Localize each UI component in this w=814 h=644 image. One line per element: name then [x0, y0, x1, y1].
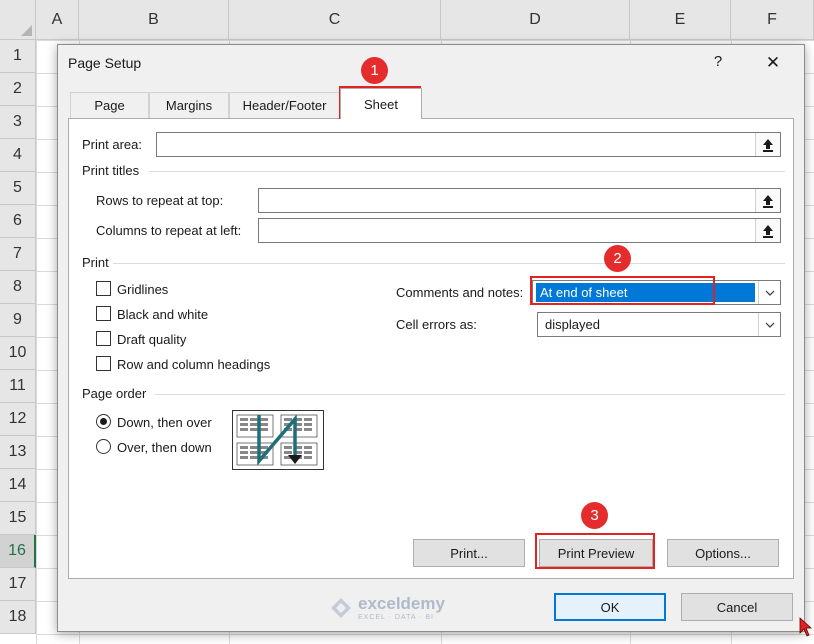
black-white-label[interactable]: Black and white [117, 307, 208, 322]
print-group-label: Print [82, 255, 109, 270]
row-header-1[interactable]: 1 [0, 40, 36, 73]
row-header-11[interactable]: 11 [0, 370, 36, 403]
cell-errors-value: displayed [545, 317, 600, 332]
row-header-14[interactable]: 14 [0, 469, 36, 502]
help-button[interactable]: ? [710, 53, 726, 73]
row-header-17[interactable]: 17 [0, 568, 36, 601]
options-button[interactable]: Options... [667, 539, 779, 567]
select-all-icon [21, 25, 32, 36]
page-order-label: Page order [82, 386, 147, 401]
page-setup-dialog: Page Setup ? ✕ Page Margins Header/Foote… [57, 44, 805, 632]
tab-header-footer[interactable]: Header/Footer [229, 92, 340, 118]
row-header-18[interactable]: 18 [0, 601, 36, 634]
divider [149, 171, 785, 172]
row-header-16[interactable]: 16 [0, 535, 36, 568]
radio-dot [100, 418, 107, 425]
tab-sheet[interactable]: Sheet [340, 88, 422, 119]
tab-page[interactable]: Page [70, 92, 149, 118]
collapse-arrow-icon [763, 138, 773, 152]
row-header-9[interactable]: 9 [0, 304, 36, 337]
row-header-4[interactable]: 4 [0, 139, 36, 172]
row-header-5[interactable]: 5 [0, 172, 36, 205]
rows-repeat-field[interactable] [258, 188, 781, 213]
ok-button[interactable]: OK [554, 593, 666, 621]
collapse-arrow-icon [763, 224, 773, 238]
row-header-10[interactable]: 10 [0, 337, 36, 370]
dialog-title: Page Setup [68, 55, 142, 71]
watermark-name: exceldemy [358, 594, 445, 613]
comments-dropdown[interactable]: At end of sheet [532, 280, 781, 305]
select-all-button[interactable] [0, 0, 36, 40]
row-header-12[interactable]: 12 [0, 403, 36, 436]
watermark: exceldemy EXCEL · DATA · BI [330, 594, 445, 621]
print-preview-button[interactable]: Print Preview [539, 539, 653, 567]
divider [113, 263, 785, 264]
divider [155, 394, 785, 395]
draft-quality-label[interactable]: Draft quality [117, 332, 186, 347]
column-header-b[interactable]: B [79, 0, 229, 40]
column-header-e[interactable]: E [630, 0, 731, 40]
print-titles-label: Print titles [82, 163, 140, 178]
exceldemy-logo-icon [331, 597, 351, 618]
gridlines-checkbox[interactable] [96, 281, 111, 296]
print-area-field[interactable] [156, 132, 781, 157]
mouse-cursor-icon [799, 617, 813, 640]
tab-margins[interactable]: Margins [149, 92, 229, 118]
black-white-checkbox[interactable] [96, 306, 111, 321]
rows-repeat-label: Rows to repeat at top: [96, 193, 224, 208]
collapse-dialog-button[interactable] [755, 219, 780, 242]
cell-errors-label: Cell errors as: [396, 317, 477, 332]
row-header-6[interactable]: 6 [0, 205, 36, 238]
draft-quality-checkbox[interactable] [96, 331, 111, 346]
step-2-badge: 2 [604, 245, 631, 272]
collapse-dialog-button[interactable] [755, 133, 780, 156]
chevron-down-icon[interactable] [758, 313, 780, 336]
row-header-15[interactable]: 15 [0, 502, 36, 535]
comments-value: At end of sheet [536, 283, 755, 302]
gridlines-label[interactable]: Gridlines [117, 282, 168, 297]
over-then-down-label[interactable]: Over, then down [117, 440, 212, 455]
column-header-a[interactable]: A [36, 0, 79, 40]
comments-label: Comments and notes: [396, 285, 524, 300]
row-header-3[interactable]: 3 [0, 106, 36, 139]
down-then-over-radio[interactable] [96, 414, 111, 429]
column-header-d[interactable]: D [441, 0, 630, 40]
sheet-tab-panel: Print area: Print titles Rows to repeat … [68, 118, 794, 579]
column-header-c[interactable]: C [229, 0, 441, 40]
cols-repeat-field[interactable] [258, 218, 781, 243]
print-area-label: Print area: [82, 137, 142, 152]
column-header-f[interactable]: F [731, 0, 814, 40]
row-col-headings-checkbox[interactable] [96, 356, 111, 371]
cols-repeat-label: Columns to repeat at left: [96, 223, 242, 238]
collapse-arrow-icon [763, 194, 773, 208]
cancel-button[interactable]: Cancel [681, 593, 793, 621]
row-header-2[interactable]: 2 [0, 73, 36, 106]
page-order-preview [232, 410, 324, 470]
row-col-headings-label[interactable]: Row and column headings [117, 357, 270, 372]
cell-errors-dropdown[interactable]: displayed [537, 312, 781, 337]
row-header-13[interactable]: 13 [0, 436, 36, 469]
collapse-dialog-button[interactable] [755, 189, 780, 212]
step-3-badge: 3 [581, 502, 608, 529]
watermark-tagline: EXCEL · DATA · BI [358, 614, 434, 621]
row-header-7[interactable]: 7 [0, 238, 36, 271]
chevron-down-icon[interactable] [758, 281, 780, 304]
step-1-badge: 1 [361, 57, 388, 84]
row-header-8[interactable]: 8 [0, 271, 36, 304]
close-button[interactable]: ✕ [764, 53, 782, 73]
print-button[interactable]: Print... [413, 539, 525, 567]
over-then-down-radio[interactable] [96, 439, 111, 454]
down-then-over-label[interactable]: Down, then over [117, 415, 212, 430]
